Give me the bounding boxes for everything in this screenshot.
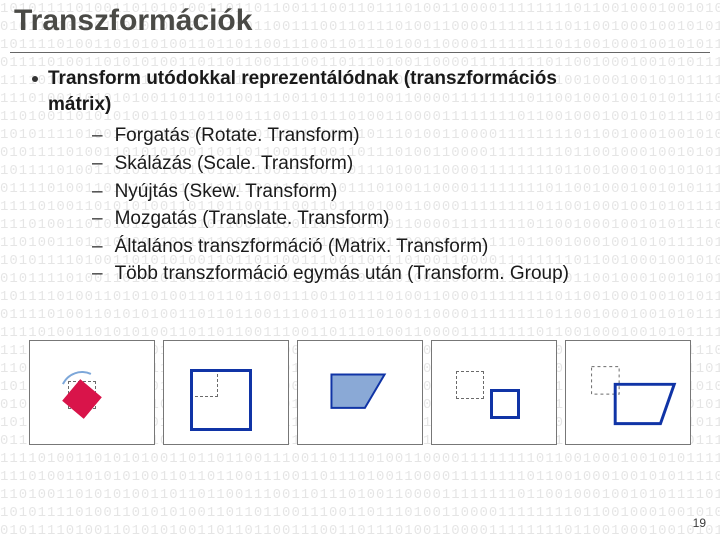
sub-bullet-item: –Általános transzformáció (Matrix. Trans…: [92, 234, 700, 260]
skew-figure-icon: [298, 341, 422, 444]
sub-bullet-text: Nyújtás (Skew. Transform): [115, 179, 338, 205]
thumb-skew: [297, 340, 423, 445]
sub-bullet-text: Skálázás (Scale. Transform): [115, 151, 354, 177]
bullet-text-line2: mátrix): [48, 94, 111, 115]
thumbnail-row: [18, 340, 702, 445]
group-figure-icon: [566, 341, 690, 444]
sub-bullet-item: –Több transzformáció egymás után (Transf…: [92, 261, 700, 287]
translated-square-icon: [490, 389, 520, 419]
sub-bullet-list: –Forgatás (Rotate. Transform)–Skálázás (…: [92, 123, 700, 287]
sub-bullet-text: Általános transzformáció (Matrix. Transf…: [115, 234, 489, 260]
bullet-dot-icon: [32, 76, 38, 82]
sub-bullet-item: –Mozgatás (Translate. Transform): [92, 206, 700, 232]
sub-bullet-text: Több transzformáció egymás után (Transfo…: [115, 261, 569, 287]
thumb-group: [565, 340, 691, 445]
title-divider: [10, 52, 710, 53]
thumb-scale: [163, 340, 289, 445]
thumb-translate: [431, 340, 557, 445]
bullet-text-line1: Transform utódokkal reprezentálódnak (tr…: [48, 68, 557, 89]
bullet-level1: Transform utódokkal reprezentálódnak (tr…: [32, 66, 700, 117]
dash-icon: –: [92, 123, 103, 149]
sub-bullet-text: Mozgatás (Translate. Transform): [115, 206, 390, 232]
dash-icon: –: [92, 179, 103, 205]
slide: 1010111101001101010100110110110011100110…: [0, 0, 720, 540]
scaled-square-icon: [190, 369, 252, 431]
dash-icon: –: [92, 206, 103, 232]
sub-bullet-text: Forgatás (Rotate. Transform): [115, 123, 360, 149]
sub-bullet-item: –Skálázás (Scale. Transform): [92, 151, 700, 177]
content-area: Transform utódokkal reprezentálódnak (tr…: [32, 66, 700, 289]
dash-icon: –: [92, 261, 103, 287]
sub-bullet-item: –Forgatás (Rotate. Transform): [92, 123, 700, 149]
sub-bullet-item: –Nyújtás (Skew. Transform): [92, 179, 700, 205]
page-title: Transzformációk: [14, 4, 252, 38]
original-square-icon: [456, 371, 484, 399]
page-number: 19: [693, 516, 706, 530]
dash-icon: –: [92, 234, 103, 260]
thumb-rotate: [29, 340, 155, 445]
dash-icon: –: [92, 151, 103, 177]
